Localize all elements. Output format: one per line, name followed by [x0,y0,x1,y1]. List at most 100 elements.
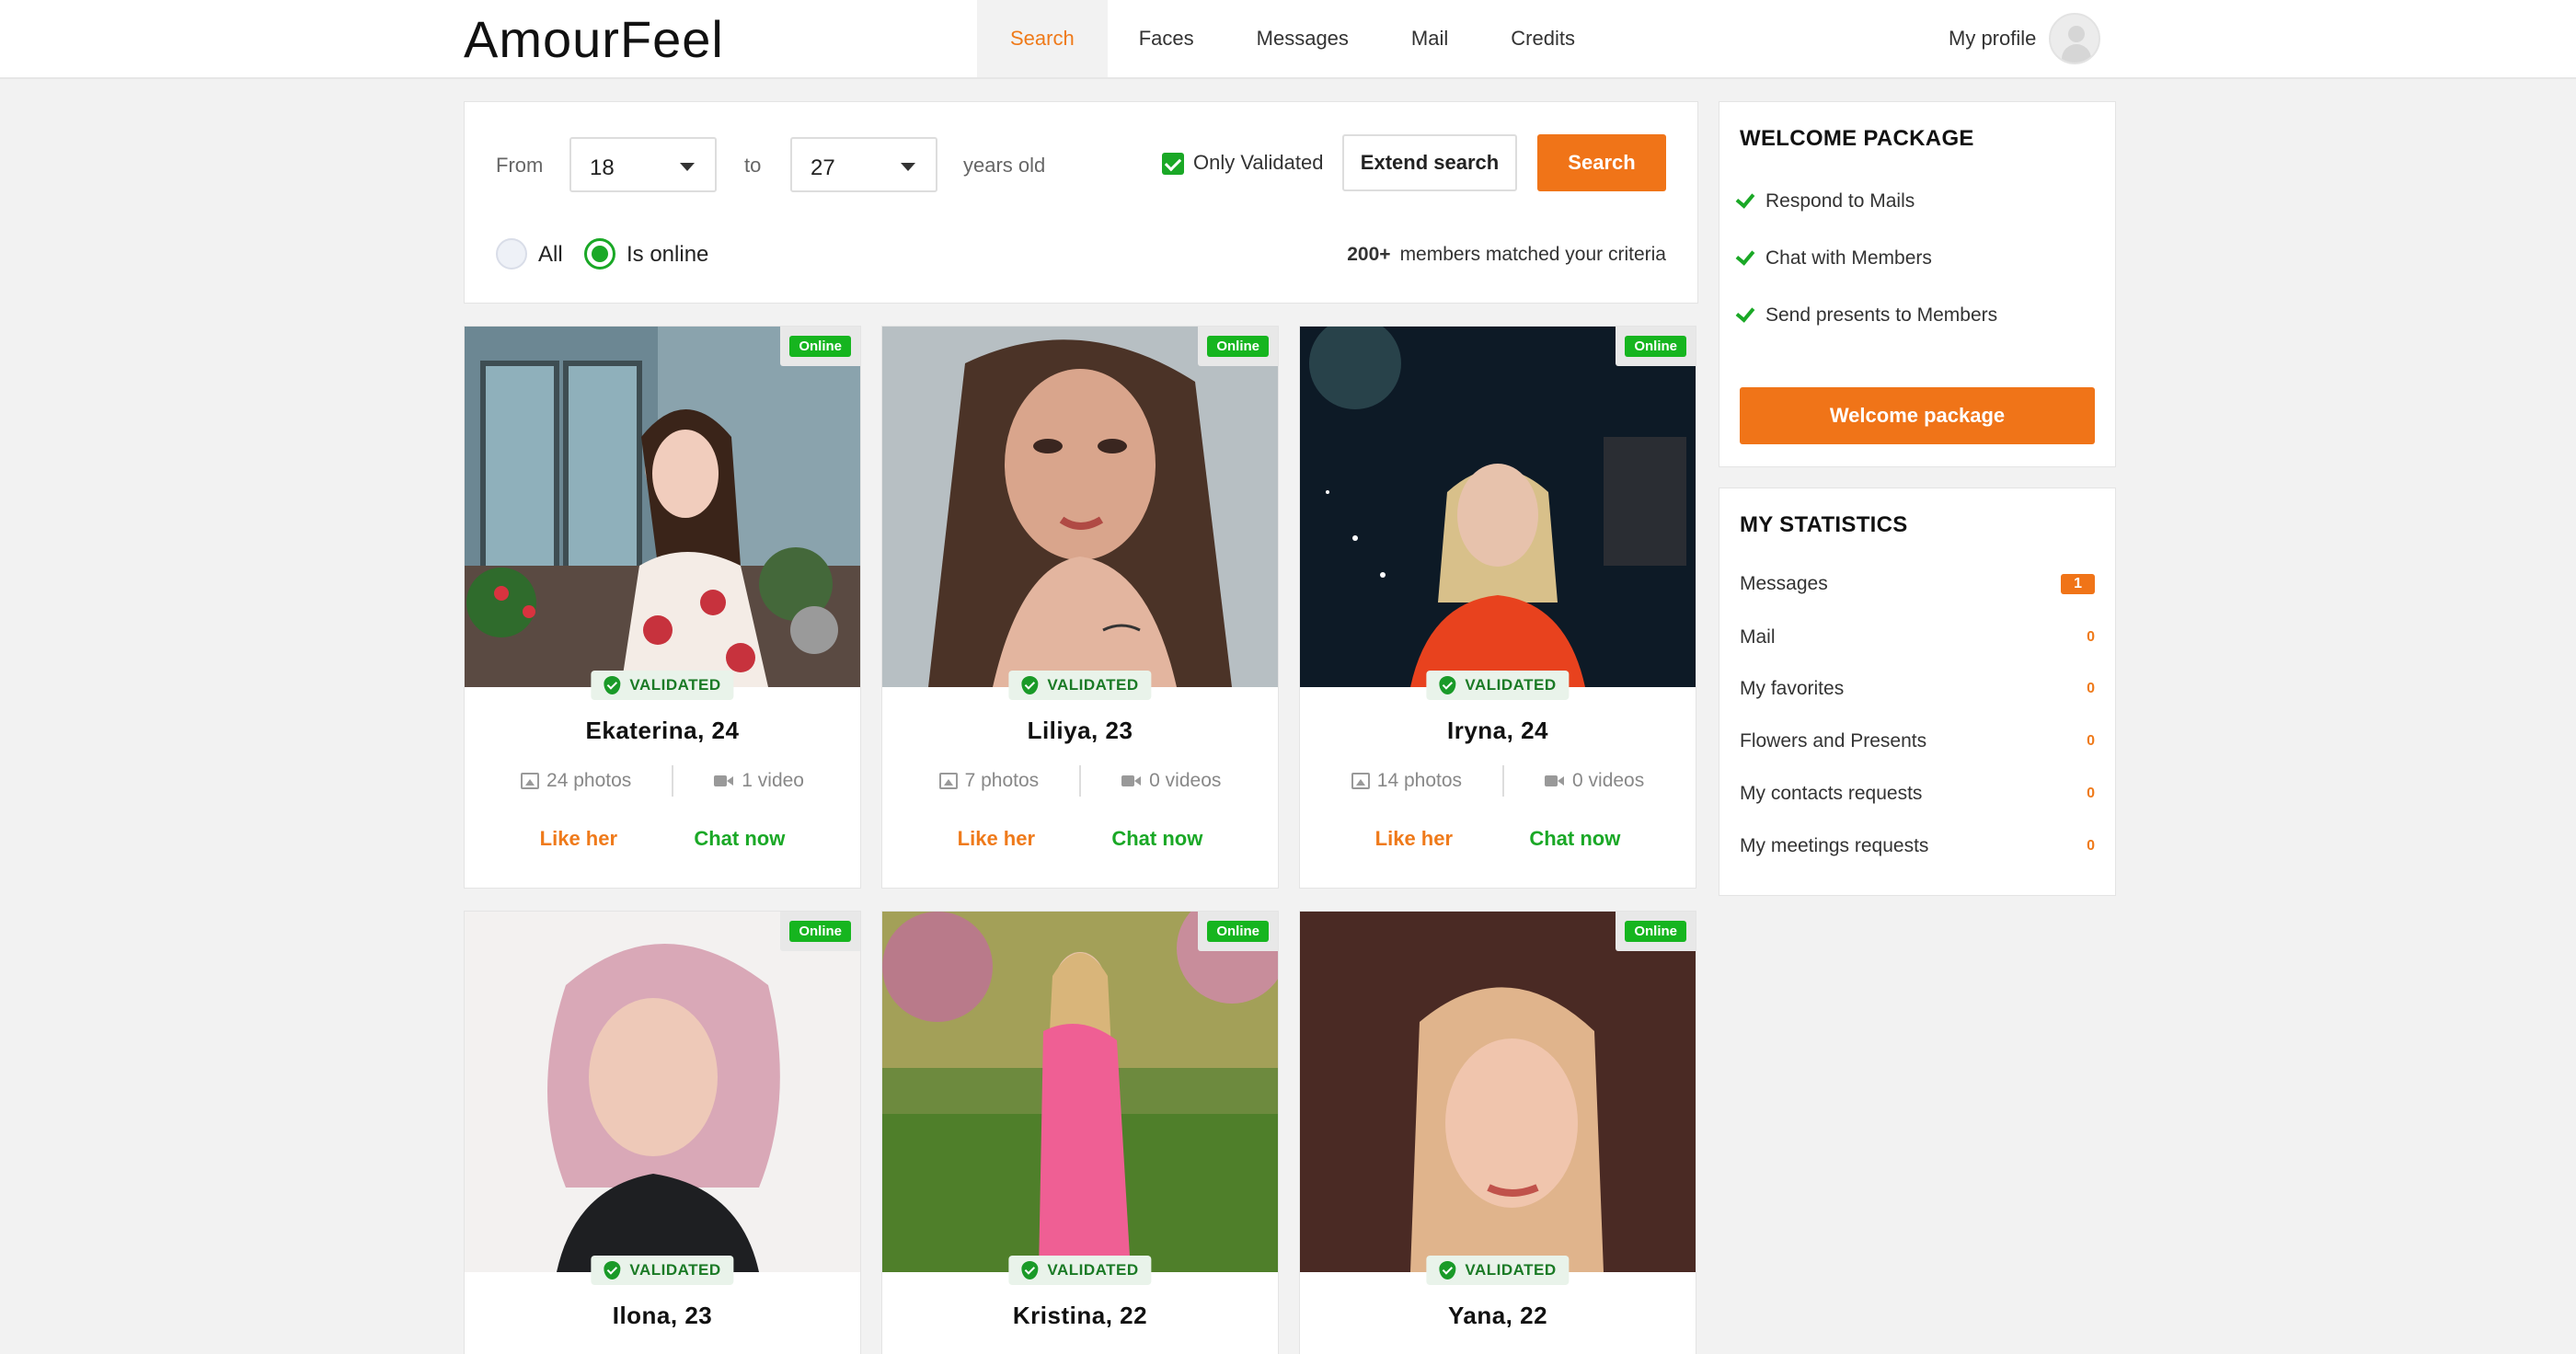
video-icon [1545,775,1565,787]
only-validated-checkbox[interactable] [1162,153,1184,175]
videos-count: 0 videos [1572,770,1645,791]
photos-icon [1351,773,1370,789]
profile-photo[interactable] [465,327,860,687]
validated-badge: VALIDATED [1426,671,1570,700]
like-her-button[interactable]: Like her [1375,827,1453,851]
validated-badge: VALIDATED [591,1256,734,1285]
check-icon [1735,303,1755,323]
profile-card[interactable]: Online VALIDATED Kristina, 22 [881,911,1279,1354]
profile-photo[interactable] [465,912,860,1272]
profile-name[interactable]: Kristina, 22 [882,1302,1278,1330]
online-badge: Online [1198,912,1278,951]
profile-card[interactable]: Online VALIDATED Yana, 22 [1299,911,1696,1354]
photos-count: 14 photos [1376,770,1463,791]
stat-meetings-requests[interactable]: My meetings requests 0 [1740,835,2095,857]
nav-faces[interactable]: Faces [1108,0,1225,77]
my-statistics-title: MY STATISTICS [1740,512,1908,537]
nav-mail[interactable]: Mail [1380,0,1479,77]
profile-name[interactable]: Liliya, 23 [882,717,1278,745]
to-label: to [744,154,762,177]
stat-contacts-requests[interactable]: My contacts requests 0 [1740,783,2095,805]
chat-now-button[interactable]: Chat now [1111,827,1202,851]
profile-photo[interactable] [1300,912,1696,1272]
radio-is-online-label: Is online [627,242,709,267]
like-her-button[interactable]: Like her [540,827,617,851]
validated-badge: VALIDATED [591,671,734,700]
brand-logo[interactable]: AmourFeel [464,9,724,69]
extend-search-button[interactable]: Extend search [1342,134,1517,191]
video-icon [714,775,734,787]
card-actions: Like her Chat now [882,827,1278,851]
search-filter-panel: From 18 to 27 years old Only Validated E… [464,101,1698,304]
search-button[interactable]: Search [1537,134,1666,191]
profile-card[interactable]: Online VALIDATED Ilona, 23 [464,911,861,1354]
matched-text: members matched your criteria [1399,244,1666,265]
nav-search[interactable]: Search [977,0,1108,77]
my-statistics-panel: MY STATISTICS Messages 1 Mail 0 My favorit… [1719,488,2116,896]
welcome-package-button[interactable]: Welcome package [1740,387,2095,444]
profile-photo[interactable] [882,912,1278,1272]
profile-media-counts: 7 photos 0 videos [882,763,1278,799]
validated-badge: VALIDATED [1008,1256,1152,1285]
profile-photo[interactable] [1300,327,1696,687]
my-profile-label: My profile [1949,27,2037,50]
profile-card[interactable]: Online VALIDATED Iryna, 24 14 photos 0 v… [1299,326,1696,889]
profile-card[interactable]: Online VALIDATED Liliya, 23 7 photos 0 v… [881,326,1279,889]
online-badge: Online [1616,327,1696,366]
stat-mail[interactable]: Mail 0 [1740,626,2095,648]
like-her-button[interactable]: Like her [958,827,1035,851]
profile-name[interactable]: Yana, 22 [1300,1302,1696,1330]
shield-check-icon [604,676,621,694]
videos-count: 0 videos [1149,770,1222,791]
welcome-item: Respond to Mails [1735,189,1915,212]
radio-all[interactable] [496,238,527,270]
age-from-value: 18 [590,155,615,180]
photos-count: 24 photos [546,770,632,791]
from-label: From [496,154,544,177]
profile-name[interactable]: Ekaterina, 24 [465,717,860,745]
shield-check-icon [604,1261,621,1279]
years-old-label: years old [963,154,1046,177]
age-from-select[interactable]: 18 [569,137,717,192]
stat-flowers-presents[interactable]: Flowers and Presents 0 [1740,730,2095,752]
chevron-down-icon [901,163,915,171]
profile-media-counts: 24 photos 1 video [465,763,860,799]
validated-badge: VALIDATED [1426,1256,1570,1285]
chat-now-button[interactable]: Chat now [1529,827,1620,851]
welcome-item: Chat with Members [1735,246,1932,270]
profile-card[interactable]: Online VALIDATED Ekaterina, 24 24 photos… [464,326,861,889]
avatar-icon[interactable] [2049,13,2101,64]
nav-messages[interactable]: Messages [1225,0,1380,77]
chevron-down-icon [680,163,695,171]
age-to-value: 27 [811,155,835,180]
radio-is-online[interactable] [584,238,615,270]
profile-name[interactable]: Iryna, 24 [1300,717,1696,745]
shield-check-icon [1021,1261,1039,1279]
photos-icon [938,773,958,789]
profile-photo[interactable] [882,327,1278,687]
profile-name[interactable]: Ilona, 23 [465,1302,860,1330]
age-to-select[interactable]: 27 [790,137,937,192]
shield-check-icon [1021,676,1039,694]
online-badge: Online [780,327,860,366]
check-icon [1735,246,1755,266]
messages-count-badge: 1 [2061,574,2095,594]
online-badge: Online [1198,327,1278,366]
matched-count: 200+ [1347,244,1391,265]
welcome-package-panel: WELCOME PACKAGE Respond to Mails Chat wi… [1719,101,2116,467]
only-validated-label: Only Validated [1193,151,1324,174]
shield-check-icon [1439,676,1456,694]
top-header: AmourFeel Search Faces Messages Mail Cre… [0,0,2576,79]
card-actions: Like her Chat now [465,827,860,851]
main-nav: Search Faces Messages Mail Credits [977,0,1606,77]
profile-media-counts: 14 photos 0 videos [1300,763,1696,799]
nav-credits[interactable]: Credits [1479,0,1606,77]
my-profile-menu[interactable]: My profile [1949,9,2101,68]
photos-icon [521,773,540,789]
card-actions: Like her Chat now [1300,827,1696,851]
check-icon [1735,189,1755,209]
stat-messages[interactable]: Messages 1 [1740,573,2095,595]
photos-count: 7 photos [964,770,1040,791]
chat-now-button[interactable]: Chat now [694,827,785,851]
stat-favorites[interactable]: My favorites 0 [1740,678,2095,700]
